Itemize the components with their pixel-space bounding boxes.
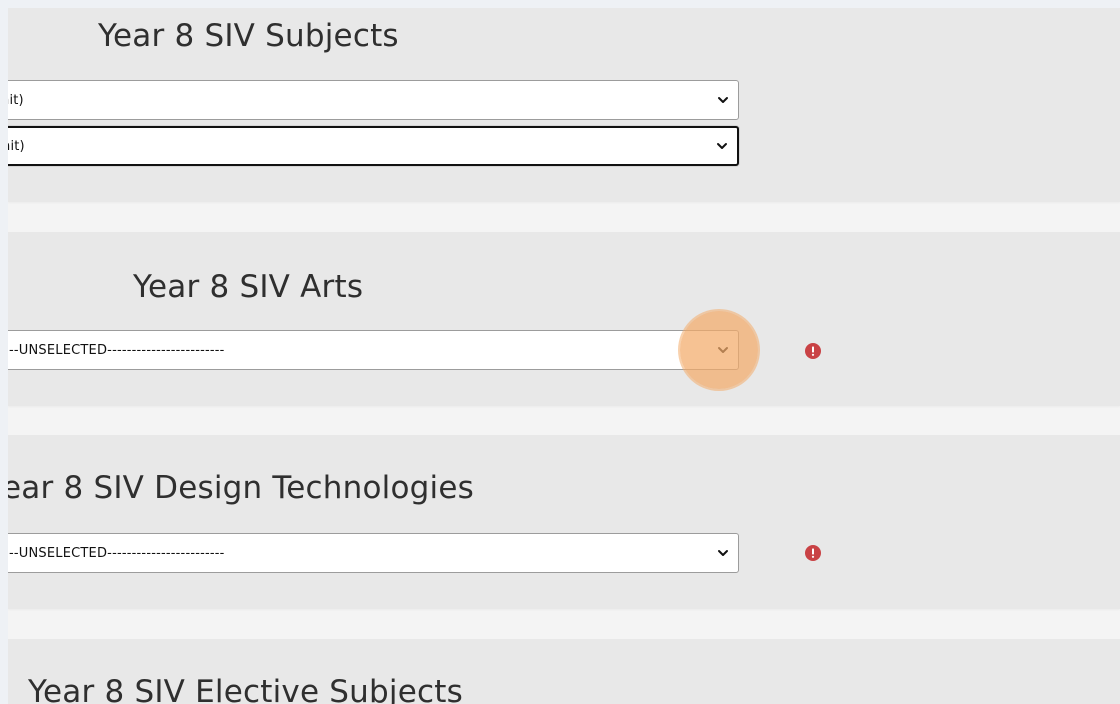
year-8-siv-subjects-title: Year 8 SIV Subjects [98,18,399,54]
arts-select[interactable]: --UNSELECTED------------------------ [8,330,739,370]
error-icon [805,343,821,359]
chevron-down-icon [716,546,730,560]
year-8-siv-design-technologies-panel: ear 8 SIV Design Technologies --UNSELECT… [8,435,1120,609]
design-technologies-select[interactable]: --UNSELECTED------------------------ [8,533,739,573]
year-8-siv-design-technologies-title: ear 8 SIV Design Technologies [8,470,474,506]
subjects-select-2[interactable]: nit) [8,126,739,166]
year-8-siv-arts-title: Year 8 SIV Arts [133,269,364,305]
year-8-siv-subjects-panel: Year 8 SIV Subjects nit) nit) [8,8,1120,202]
error-icon [805,545,821,561]
subjects-select-2-value: nit) [8,138,25,154]
year-8-siv-elective-subjects-title: Year 8 SIV Elective Subjects [28,674,463,704]
click-highlight-marker [680,311,758,389]
year-8-siv-arts-panel: Year 8 SIV Arts --UNSELECTED------------… [8,232,1120,406]
subjects-select-1[interactable]: nit) [8,80,739,120]
subjects-select-1-value: nit) [8,92,24,108]
chevron-down-icon [716,93,730,107]
chevron-down-icon [715,139,729,153]
year-8-siv-elective-subjects-panel: Year 8 SIV Elective Subjects [8,639,1120,704]
design-technologies-select-value: --UNSELECTED------------------------ [9,545,225,561]
viewport: Year 8 SIV Subjects nit) nit) Year 8 SIV… [8,8,1120,704]
arts-select-value: --UNSELECTED------------------------ [9,342,225,358]
